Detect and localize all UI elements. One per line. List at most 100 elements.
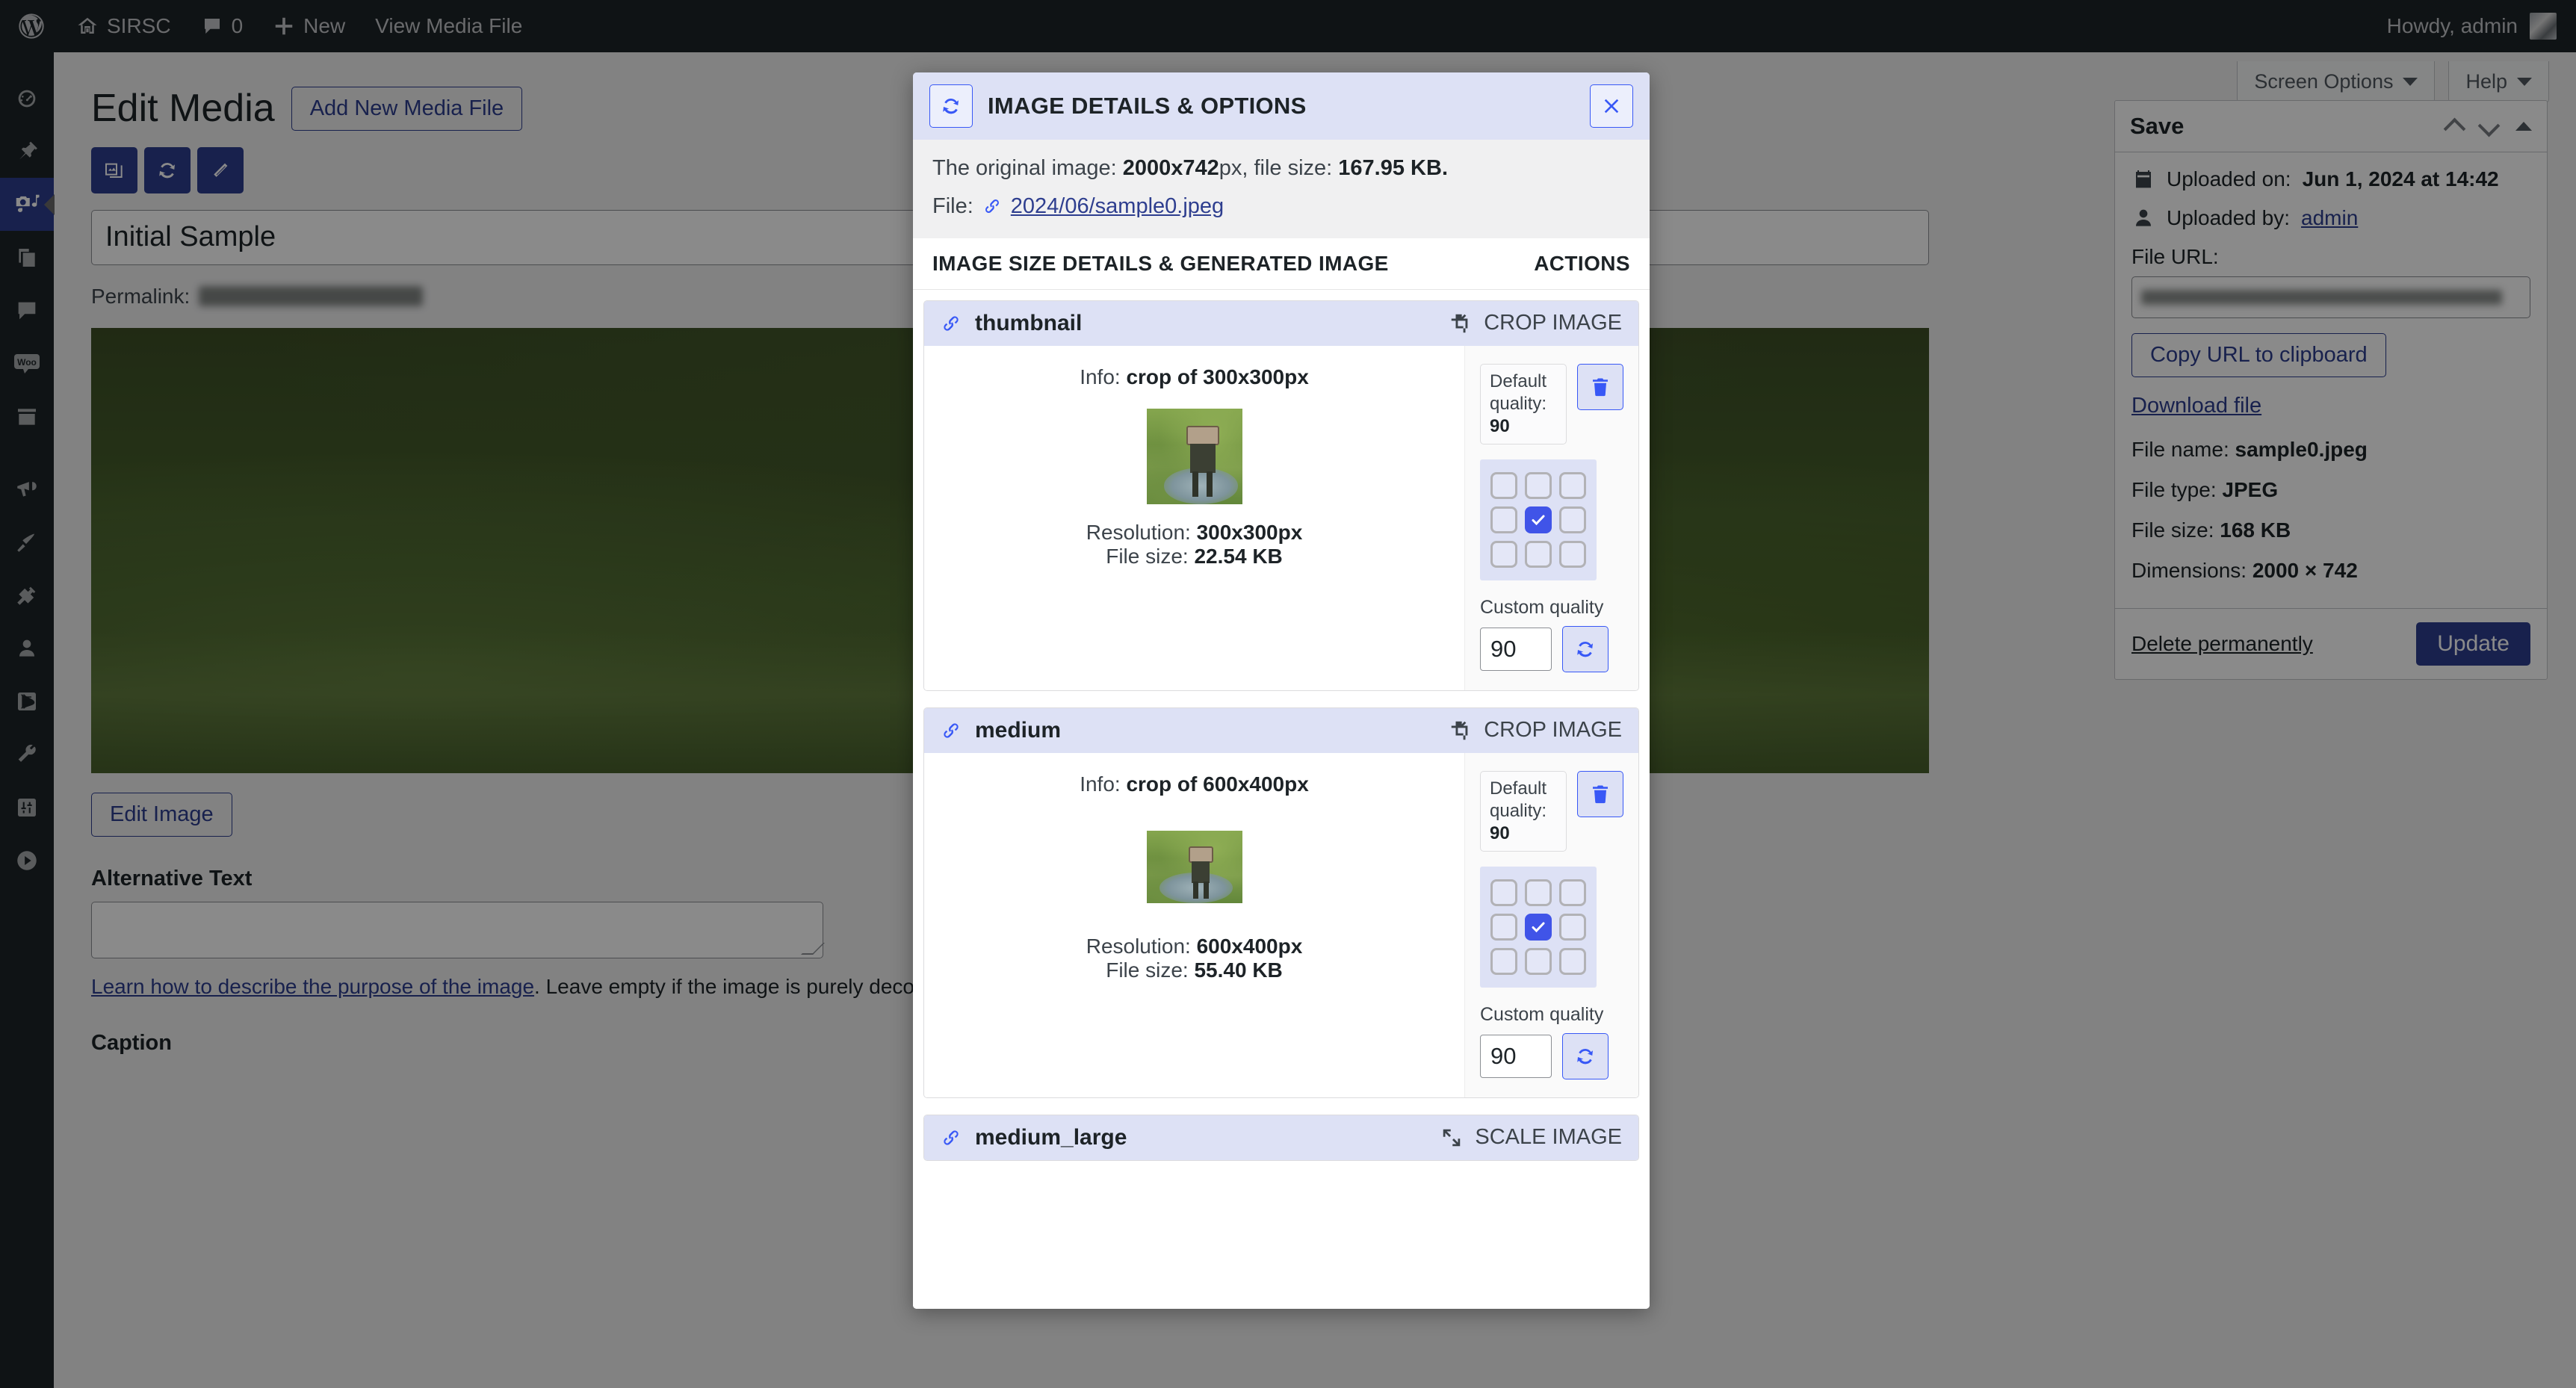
- size-action-label: CROP IMAGE: [1484, 718, 1622, 743]
- default-quality-label: Default quality:: [1490, 371, 1546, 414]
- robot-leg-left-shape: [1193, 882, 1198, 899]
- size-info-line: Info: crop of 600x400px: [1080, 772, 1309, 796]
- size-name-group: medium: [941, 718, 1061, 743]
- size-card-thumbnail: thumbnail CROP IMAGE Info: crop of 300x3…: [923, 300, 1639, 691]
- crop-cell-top-left[interactable]: [1490, 472, 1517, 499]
- crop-cell-middle-right[interactable]: [1559, 914, 1586, 941]
- refresh-icon: [940, 95, 962, 117]
- custom-quality-value: 90: [1490, 1043, 1516, 1070]
- default-quality-button[interactable]: Default quality: 90: [1480, 771, 1567, 852]
- default-quality-button[interactable]: Default quality: 90: [1480, 364, 1567, 444]
- custom-quality-row: 90: [1480, 626, 1609, 672]
- size-filesize-line: File size: 55.40 KB: [1106, 958, 1283, 982]
- size-resolution-line: Resolution: 300x300px: [1086, 521, 1303, 545]
- size-name-label: medium_large: [975, 1125, 1127, 1150]
- original-file-link[interactable]: 2024/06/sample0.jpeg: [1011, 190, 1224, 223]
- size-card-medium-large: medium_large SCALE IMAGE: [923, 1115, 1639, 1161]
- size-action-group[interactable]: SCALE IMAGE: [1440, 1125, 1622, 1150]
- crop-position-selector[interactable]: [1480, 459, 1597, 580]
- regenerate-size-button[interactable]: [1562, 1033, 1609, 1079]
- size-preview-thumbnail: [1147, 409, 1242, 504]
- check-icon: [1529, 918, 1547, 936]
- column-header-actions: ACTIONS: [1534, 252, 1630, 276]
- modal-original-info: The original image: 2000x742px, file siz…: [913, 140, 1650, 238]
- close-icon: [1602, 96, 1621, 116]
- crop-position-selector[interactable]: [1480, 867, 1597, 988]
- size-card-medium: medium CROP IMAGE Info: crop of 600x400p…: [923, 707, 1639, 1098]
- size-name-label: thumbnail: [975, 311, 1082, 336]
- size-info-label: Info:: [1080, 772, 1120, 796]
- crop-cell-middle-left[interactable]: [1490, 506, 1517, 533]
- delete-size-button[interactable]: [1577, 771, 1623, 817]
- crop-cell-bottom-left[interactable]: [1490, 948, 1517, 975]
- delete-size-button[interactable]: [1577, 364, 1623, 410]
- modal-sizes-list[interactable]: thumbnail CROP IMAGE Info: crop of 300x3…: [913, 290, 1650, 1309]
- size-card-main: Info: crop of 600x400px Resolution: 600x…: [924, 753, 1464, 1097]
- crop-cell-bottom-right[interactable]: [1559, 541, 1586, 568]
- size-action-label: SCALE IMAGE: [1475, 1125, 1622, 1150]
- quality-and-delete-row: Default quality: 90: [1480, 364, 1623, 444]
- robot-leg-left-shape: [1192, 471, 1198, 496]
- crop-icon: [1449, 719, 1472, 742]
- size-action-group[interactable]: CROP IMAGE: [1449, 718, 1622, 743]
- puddle-shape: [1164, 468, 1239, 504]
- original-image-line: The original image: 2000x742px, file siz…: [932, 152, 1630, 185]
- robot-head-shape: [1189, 846, 1213, 862]
- crop-cell-top-center[interactable]: [1525, 472, 1552, 499]
- crop-icon: [1449, 312, 1472, 335]
- size-action-label: CROP IMAGE: [1484, 311, 1622, 335]
- modal-header-left: IMAGE DETAILS & OPTIONS: [929, 84, 1307, 128]
- size-card-body: Info: crop of 600x400px Resolution: 600x…: [924, 753, 1638, 1097]
- default-quality-value: 90: [1490, 416, 1510, 436]
- crop-cell-middle-right[interactable]: [1559, 506, 1586, 533]
- link-icon: [941, 720, 962, 741]
- size-resolution-value: 600x400px: [1197, 935, 1303, 958]
- size-filesize-value: 22.54 KB: [1194, 545, 1282, 568]
- regenerate-size-button[interactable]: [1562, 626, 1609, 672]
- close-modal-button[interactable]: [1590, 84, 1633, 128]
- refresh-icon: [1574, 1045, 1597, 1068]
- original-prefix: The original image:: [932, 156, 1117, 180]
- size-card-actions: Default quality: 90: [1464, 753, 1638, 1097]
- modal-header: IMAGE DETAILS & OPTIONS: [913, 72, 1650, 140]
- file-label: File:: [932, 190, 973, 223]
- crop-cell-bottom-right[interactable]: [1559, 948, 1586, 975]
- crop-position-grid: [1490, 879, 1586, 975]
- quality-and-delete-row: Default quality: 90: [1480, 771, 1623, 852]
- custom-quality-input[interactable]: 90: [1480, 628, 1552, 671]
- size-filesize-value: 55.40 KB: [1194, 958, 1282, 982]
- size-card-body: Info: crop of 300x300px Resolution: 300x…: [924, 346, 1638, 690]
- link-icon: [941, 1127, 962, 1148]
- original-file-line: File: 2024/06/sample0.jpeg: [932, 190, 1630, 223]
- crop-cell-bottom-center[interactable]: [1525, 948, 1552, 975]
- crop-cell-bottom-center[interactable]: [1525, 541, 1552, 568]
- custom-quality-value: 90: [1490, 636, 1516, 663]
- crop-cell-top-left[interactable]: [1490, 879, 1517, 906]
- crop-position-grid: [1490, 472, 1586, 568]
- original-dimensions: 2000x742: [1123, 156, 1219, 180]
- regenerate-all-button[interactable]: [929, 84, 973, 128]
- crop-cell-middle-left[interactable]: [1490, 914, 1517, 941]
- size-card-header: thumbnail CROP IMAGE: [924, 301, 1638, 346]
- original-filesize: 167.95 KB.: [1338, 156, 1448, 180]
- size-action-group[interactable]: CROP IMAGE: [1449, 311, 1622, 335]
- size-info-value: crop of 600x400px: [1126, 772, 1308, 796]
- crop-cell-top-center[interactable]: [1525, 879, 1552, 906]
- custom-quality-label: Custom quality: [1480, 597, 1603, 619]
- scale-icon: [1440, 1127, 1463, 1149]
- size-resolution-label: Resolution:: [1086, 521, 1191, 544]
- custom-quality-input[interactable]: 90: [1480, 1035, 1552, 1078]
- modal-title: IMAGE DETAILS & OPTIONS: [988, 93, 1307, 120]
- custom-quality-row: 90: [1480, 1033, 1609, 1079]
- size-resolution-label: Resolution:: [1086, 935, 1191, 958]
- check-icon: [1529, 511, 1547, 529]
- trash-icon: [1589, 376, 1611, 398]
- trash-icon: [1589, 783, 1611, 805]
- size-card-header: medium_large SCALE IMAGE: [924, 1115, 1638, 1160]
- crop-cell-center-selected[interactable]: [1525, 914, 1552, 941]
- crop-cell-top-right[interactable]: [1559, 472, 1586, 499]
- crop-cell-bottom-left[interactable]: [1490, 541, 1517, 568]
- size-card-actions: Default quality: 90: [1464, 346, 1638, 690]
- crop-cell-center-selected[interactable]: [1525, 506, 1552, 533]
- crop-cell-top-right[interactable]: [1559, 879, 1586, 906]
